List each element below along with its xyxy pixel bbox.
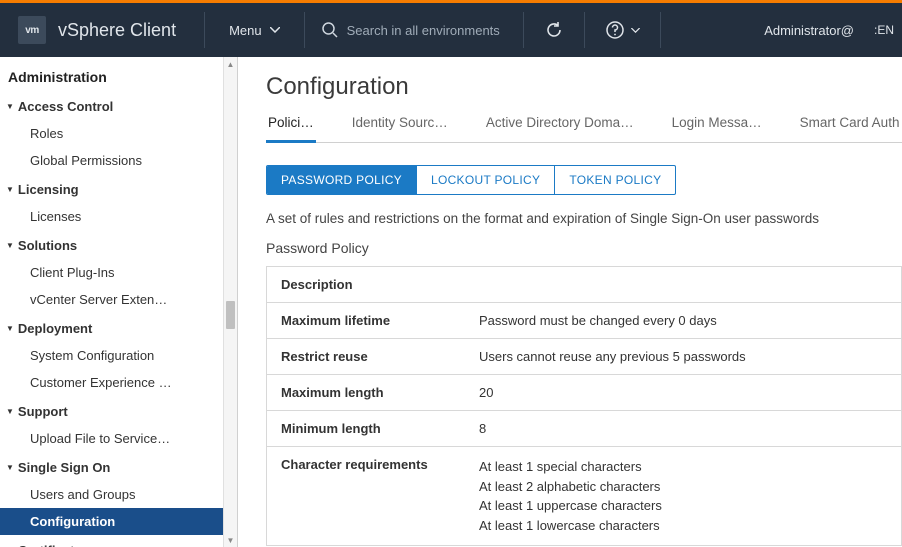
search-icon [321, 21, 339, 39]
env-label: :EN [874, 23, 902, 37]
user-menu[interactable]: Administrator@ [744, 23, 874, 38]
tab-login-message[interactable]: Login Messa… [670, 115, 764, 142]
search-input[interactable] [347, 23, 507, 38]
group-label: Solutions [18, 238, 77, 253]
row-key: Restrict reuse [267, 339, 465, 374]
table-row: Character requirements At least 1 specia… [267, 447, 901, 546]
row-val: 20 [465, 375, 507, 410]
group-label: Support [18, 404, 68, 419]
group-label: Deployment [18, 321, 92, 336]
tab-active-directory[interactable]: Active Directory Doma… [484, 115, 636, 142]
char-req-line: At least 1 lowercase characters [479, 516, 662, 536]
sidebar-item-roles[interactable]: Roles [0, 120, 223, 147]
sidebar: Administration ▼ Access Control Roles Glo… [0, 57, 238, 547]
row-val: Password must be changed every 0 days [465, 303, 731, 338]
sidebar-group-deployment[interactable]: ▼ Deployment [0, 313, 223, 342]
help-button[interactable] [585, 20, 660, 40]
menu-label: Menu [229, 23, 262, 38]
app-title: vSphere Client [58, 20, 176, 41]
page-title: Configuration [266, 73, 902, 101]
row-key: Character requirements [267, 447, 465, 482]
table-header: Description [267, 267, 465, 302]
tab-identity-sources[interactable]: Identity Sourc… [350, 115, 450, 142]
sidebar-item-client-plugins[interactable]: Client Plug-Ins [0, 259, 223, 286]
policy-section-title: Password Policy [266, 240, 902, 256]
char-req-line: At least 1 special characters [479, 457, 662, 477]
brand-logo: vm [18, 16, 46, 44]
char-req-line: At least 2 alphabetic characters [479, 477, 662, 497]
refresh-icon [544, 20, 564, 40]
sidebar-item-system-configuration[interactable]: System Configuration [0, 342, 223, 369]
sidebar-item-users-groups[interactable]: Users and Groups [0, 481, 223, 508]
tab-policies[interactable]: Polici… [266, 115, 316, 143]
table-header-row: Description [267, 267, 901, 303]
sidebar-item-vcenter-extensions[interactable]: vCenter Server Exten… [0, 286, 223, 313]
char-req-line: At least 1 uppercase characters [479, 496, 662, 516]
caret-down-icon: ▼ [6, 102, 14, 111]
table-row: Maximum lifetime Password must be change… [267, 303, 901, 339]
row-key: Maximum lifetime [267, 303, 465, 338]
policy-pill-tabs: PASSWORD POLICY LOCKOUT POLICY TOKEN POL… [266, 165, 676, 195]
scroll-thumb[interactable] [226, 301, 235, 329]
sidebar-group-certificates[interactable]: ▼Certificates [0, 535, 223, 547]
sidebar-item-customer-experience[interactable]: Customer Experience … [0, 369, 223, 396]
search-wrap [305, 21, 523, 39]
main-tabs: Polici… Identity Sourc… Active Directory… [266, 115, 902, 143]
caret-down-icon: ▼ [6, 241, 14, 250]
chevron-down-icon [270, 27, 280, 33]
sidebar-section-title: Administration [0, 67, 223, 91]
caret-down-icon: ▼ [6, 463, 14, 472]
pill-lockout-policy[interactable]: LOCKOUT POLICY [416, 166, 554, 194]
main-content: Configuration Polici… Identity Sourc… Ac… [238, 57, 902, 547]
policy-description: A set of rules and restrictions on the f… [266, 211, 902, 226]
scroll-up-icon[interactable]: ▲ [224, 57, 237, 71]
group-label: Single Sign On [18, 460, 110, 475]
row-key: Maximum length [267, 375, 465, 410]
help-icon [605, 20, 625, 40]
caret-down-icon: ▼ [6, 407, 14, 416]
sidebar-item-global-permissions[interactable]: Global Permissions [0, 147, 223, 174]
menu-button[interactable]: Menu [205, 23, 304, 38]
table-row: Maximum length 20 [267, 375, 901, 411]
group-label: Access Control [18, 99, 113, 114]
sidebar-group-licensing[interactable]: ▼ Licensing [0, 174, 223, 203]
sidebar-scrollbar[interactable]: ▲ ▼ [223, 57, 237, 547]
sidebar-item-configuration[interactable]: Configuration [0, 508, 223, 535]
pill-token-policy[interactable]: TOKEN POLICY [554, 166, 675, 194]
row-key: Minimum length [267, 411, 465, 446]
chevron-down-icon [631, 28, 640, 33]
scroll-down-icon[interactable]: ▼ [224, 533, 237, 547]
sidebar-item-licenses[interactable]: Licenses [0, 203, 223, 230]
group-label: Certificates [18, 543, 89, 547]
divider [660, 12, 661, 48]
group-label: Licensing [18, 182, 79, 197]
row-val: 8 [465, 411, 500, 446]
caret-down-icon: ▼ [6, 324, 14, 333]
sidebar-group-support[interactable]: ▼ Support [0, 396, 223, 425]
sidebar-item-upload-file[interactable]: Upload File to Service… [0, 425, 223, 452]
sidebar-group-solutions[interactable]: ▼ Solutions [0, 230, 223, 259]
sidebar-group-access-control[interactable]: ▼ Access Control [0, 91, 223, 120]
row-val: Users cannot reuse any previous 5 passwo… [465, 339, 760, 374]
policy-table: Description Maximum lifetime Password mu… [266, 266, 902, 546]
row-val: At least 1 special characters At least 2… [465, 447, 676, 545]
refresh-button[interactable] [524, 20, 584, 40]
caret-down-icon: ▼ [6, 185, 14, 194]
pill-password-policy[interactable]: PASSWORD POLICY [267, 166, 416, 194]
table-row: Minimum length 8 [267, 411, 901, 447]
table-row: Restrict reuse Users cannot reuse any pr… [267, 339, 901, 375]
topbar: vm vSphere Client Menu Administrator@ :E… [0, 3, 902, 57]
tab-smart-card[interactable]: Smart Card Auth [798, 115, 902, 142]
sidebar-group-sso[interactable]: ▼ Single Sign On [0, 452, 223, 481]
